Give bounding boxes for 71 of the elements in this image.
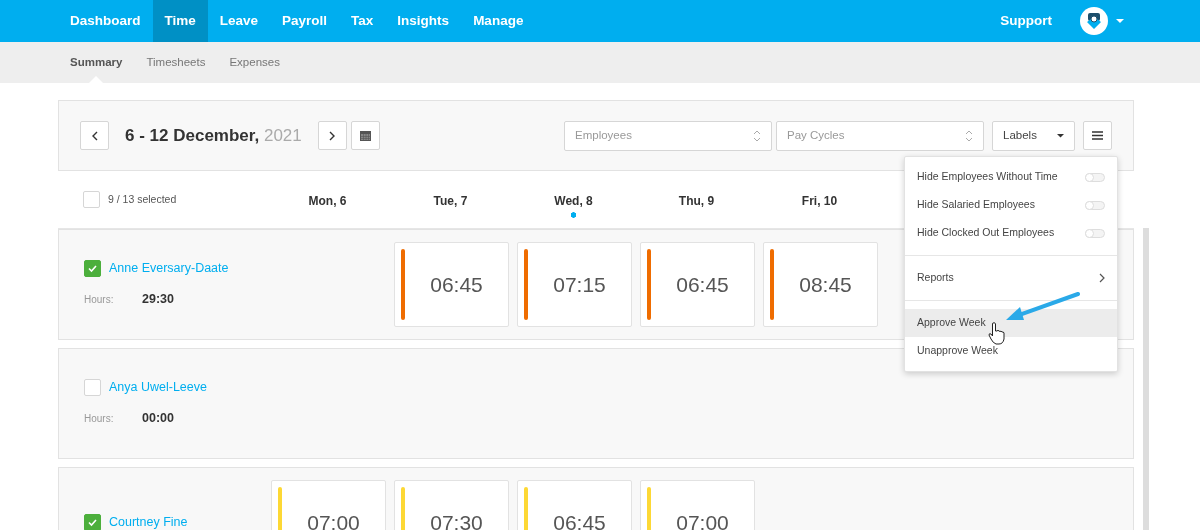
nav-tab[interactable]: Dashboard [58,0,153,42]
toggle-label: Hide Employees Without Time [917,169,1058,185]
time-card[interactable]: 06:45 [394,242,509,327]
support-link[interactable]: Support [988,0,1064,42]
toggle-label: Hide Clocked Out Employees [917,225,1055,241]
toggle-switch[interactable] [1085,228,1105,238]
selection-count: 9 / 13 selected [108,191,177,207]
hours-label: Hours: [84,411,115,426]
menu-item[interactable]: Approve Week [905,309,1117,337]
day-heading: Tue, 7 [433,192,468,210]
menu-item[interactable]: Unapprove Week [905,337,1117,365]
menu-button[interactable] [1083,121,1112,150]
employee-checkbox[interactable] [84,379,101,396]
chevron-right-icon [328,130,337,141]
time-value: 06:45 [675,271,730,298]
time-card[interactable]: 06:45 [640,242,755,327]
subnav-tab[interactable]: Expenses [217,42,292,83]
toggle-switch[interactable] [1085,172,1105,182]
subnav-tab[interactable]: Timesheets [134,42,218,83]
chevron-right-icon [1099,273,1105,283]
time-card[interactable]: 07:00 [640,480,755,530]
reports-menu-item[interactable]: Reports [905,264,1117,292]
day-heading: Thu, 9 [678,192,715,210]
calendar-button[interactable] [350,121,380,150]
nav-tab[interactable]: Manage [461,0,536,42]
time-value: 06:45 [429,271,484,298]
employee-checkbox[interactable] [84,260,101,277]
day-heading: Mon, 6 [308,192,347,210]
menu-icon [1092,131,1103,140]
toggle-label: Hide Salaried Employees [917,197,1035,213]
labels-dropdown[interactable]: Labels [992,120,1075,151]
employee-name-link[interactable]: Anne Eversary-Daate [109,259,229,278]
chevron-left-icon [90,130,99,141]
time-card[interactable]: 07:30 [394,480,509,530]
subnav-tab[interactable]: Summary [58,42,135,83]
nav-tab[interactable]: Leave [207,0,271,42]
sort-icon [753,129,761,142]
calendar-icon [359,130,371,141]
nav-tab[interactable]: Payroll [270,0,340,42]
nav-tab[interactable]: Insights [385,0,462,42]
time-value: 08:45 [798,271,853,298]
nav-tab[interactable]: Tax [339,0,386,42]
hand-cursor-icon [988,322,1005,345]
hours-label: Hours: [84,292,115,307]
hours-value: 29:30 [142,291,174,306]
time-card[interactable]: 08:45 [763,242,878,327]
time-value: 06:45 [552,509,607,530]
previous-button[interactable] [80,121,109,150]
time-value: 07:15 [552,271,607,298]
sort-icon [965,129,973,142]
nav-tab[interactable]: Time [152,0,208,42]
avatar-logo[interactable] [1080,7,1108,35]
time-value: 07:00 [675,509,730,530]
hours-value: 00:00 [142,410,174,425]
employee-checkbox[interactable] [84,514,101,530]
caret-icon [1057,133,1064,138]
select-field[interactable]: Employees [564,120,772,151]
date-range: 6 - 12 December, 2021 [125,124,302,147]
employee-name-link[interactable]: Anya Uwel-Leeve [109,378,207,397]
day-heading: Fri, 10 [801,192,838,210]
caret-icon [1116,19,1124,23]
select-all-checkbox[interactable] [83,191,100,208]
employee-name-link[interactable]: Courtney Fine [109,513,188,530]
time-card[interactable]: 07:15 [517,242,632,327]
toggle-switch[interactable] [1085,200,1105,210]
time-value: 07:00 [306,509,361,530]
time-card[interactable]: 07:00 [271,480,386,530]
time-card[interactable]: 06:45 [517,480,632,530]
scrollbar[interactable] [1143,228,1149,530]
time-value: 07:30 [429,509,484,530]
select-field[interactable]: Pay Cycles [776,120,984,151]
